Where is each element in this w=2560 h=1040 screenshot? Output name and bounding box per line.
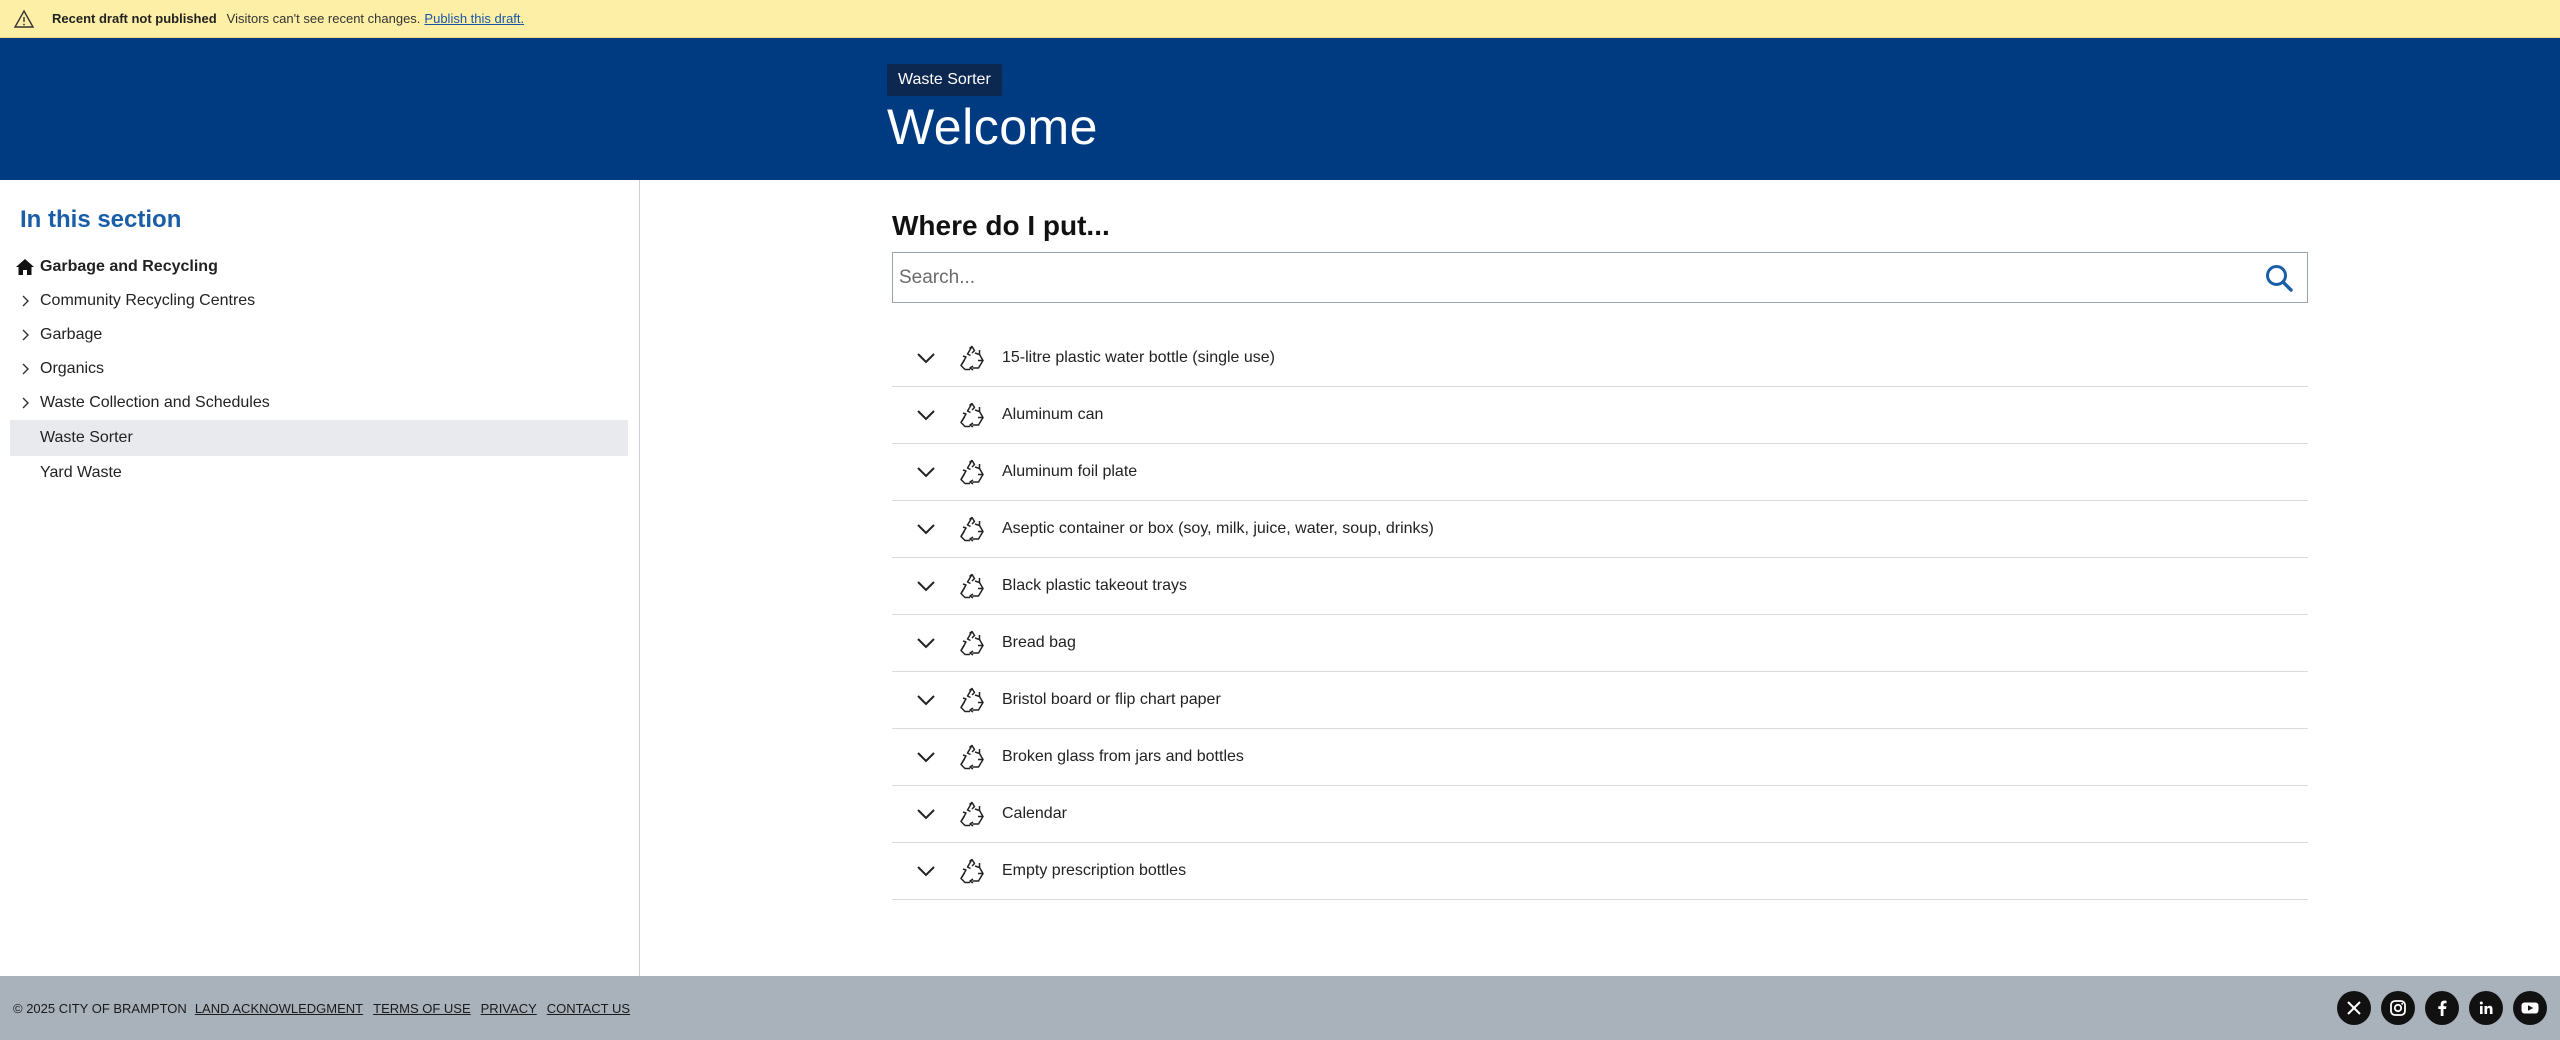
instagram-icon[interactable] [2381,991,2415,1025]
publish-draft-link[interactable]: Publish this draft. [424,11,524,26]
sidebar-heading: In this section [20,206,182,233]
section-sidebar: In this section Garbage and Recycling Co… [0,180,640,976]
list-item-label: Broken glass from jars and bottles [1002,748,1244,765]
chevron-down-icon[interactable] [904,409,948,421]
warning-icon [14,9,34,29]
recycle-icon [954,345,990,371]
sidebar-item-organics[interactable]: Organics [10,352,628,386]
home-icon [10,258,40,276]
list-item[interactable]: Aluminum can [892,387,2308,444]
list-item[interactable]: Bristol board or flip chart paper [892,672,2308,729]
list-item-label: Black plastic takeout trays [1002,577,1187,594]
chevron-down-icon[interactable] [904,751,948,763]
page-header: Waste Sorter Welcome [0,38,2560,180]
chevron-down-icon[interactable] [904,466,948,478]
site-footer: © 2025 CITY OF BRAMPTON LAND ACKNOWLEDGM… [0,976,2560,1040]
sidebar-item-garbage[interactable]: Garbage [10,318,628,352]
search-box [892,252,2308,303]
recycle-icon [954,516,990,542]
chevron-down-icon[interactable] [904,808,948,820]
social-links [2337,991,2547,1025]
sidebar-item-label: Waste Sorter [40,429,133,446]
copyright: © 2025 CITY OF BRAMPTON [13,1000,187,1016]
chevron-right-icon[interactable] [10,295,40,307]
waste-item-list: 15-litre plastic water bottle (single us… [892,330,2308,900]
recycle-icon [954,858,990,884]
waste-sorter-heading: Where do I put... [892,210,1110,241]
privacy-link[interactable]: PRIVACY [481,1001,537,1016]
draft-message: Visitors can't see recent changes. [226,11,421,26]
chevron-right-icon[interactable] [10,397,40,409]
sidebar-item-yard-waste[interactable]: Yard Waste [10,456,628,490]
sidebar-item-waste-sorter[interactable]: Waste Sorter [10,420,628,456]
sidebar-item-label: Garbage and Recycling [40,258,218,275]
list-item-label: Aluminum can [1002,406,1104,423]
x-icon[interactable] [2337,991,2371,1025]
sidebar-item-community-recycling-centres[interactable]: Community Recycling Centres [10,284,628,318]
youtube-icon[interactable] [2513,991,2547,1025]
sidebar-item-label: Organics [40,360,105,377]
recycle-icon [954,573,990,599]
recycle-icon [954,630,990,656]
list-item[interactable]: Bread bag [892,615,2308,672]
list-item[interactable]: Broken glass from jars and bottles [892,729,2308,786]
list-item-label: 15-litre plastic water bottle (single us… [1002,349,1276,366]
terms-of-use-link[interactable]: TERMS OF USE [373,1001,471,1016]
list-item-label: Empty prescription bottles [1002,862,1187,879]
sidebar-item-label: Yard Waste [40,464,122,481]
contact-us-link[interactable]: CONTACT US [547,1001,630,1016]
facebook-icon[interactable] [2425,991,2459,1025]
recycle-icon [954,801,990,827]
search-input[interactable] [893,253,2251,302]
list-item[interactable]: Aluminum foil plate [892,444,2308,501]
sidebar-item-label: Community Recycling Centres [40,292,256,309]
sidebar-item-label: Garbage [40,326,103,343]
recycle-icon [954,402,990,428]
list-item-label: Aluminum foil plate [1002,463,1138,480]
recycle-icon [954,459,990,485]
sidebar-item-garbage-and-recycling[interactable]: Garbage and Recycling [10,250,628,284]
chevron-down-icon[interactable] [904,694,948,706]
list-item[interactable]: Aseptic container or box (soy, milk, jui… [892,501,2308,558]
sidebar-item-waste-collection[interactable]: Waste Collection and Schedules [10,386,628,420]
draft-title: Recent draft not published [52,11,217,26]
sidebar-item-label: Waste Collection and Schedules [40,394,270,411]
chevron-down-icon[interactable] [904,865,948,877]
search-icon[interactable] [2251,253,2307,302]
chevron-right-icon[interactable] [10,363,40,375]
linkedin-icon[interactable] [2469,991,2503,1025]
breadcrumb-chip[interactable]: Waste Sorter [887,64,1002,96]
list-item-label: Bread bag [1002,634,1076,651]
land-acknowledgment-link[interactable]: LAND ACKNOWLEDGMENT [195,1001,363,1016]
chevron-down-icon[interactable] [904,637,948,649]
recycle-icon [954,744,990,770]
list-item[interactable]: Black plastic takeout trays [892,558,2308,615]
list-item-label: Calendar [1002,805,1067,822]
list-item[interactable]: 15-litre plastic water bottle (single us… [892,330,2308,387]
page-title: Welcome [887,99,1098,155]
chevron-down-icon[interactable] [904,580,948,592]
list-item[interactable]: Empty prescription bottles [892,843,2308,900]
list-item[interactable]: Calendar [892,786,2308,843]
section-nav: Garbage and Recycling Community Recyclin… [10,250,628,490]
chevron-down-icon[interactable] [904,523,948,535]
list-item-label: Aseptic container or box (soy, milk, jui… [1002,520,1434,537]
draft-banner: Recent draft not published Visitors can'… [0,0,2560,38]
chevron-down-icon[interactable] [904,352,948,364]
recycle-icon [954,687,990,713]
chevron-right-icon[interactable] [10,329,40,341]
list-item-label: Bristol board or flip chart paper [1002,691,1221,708]
